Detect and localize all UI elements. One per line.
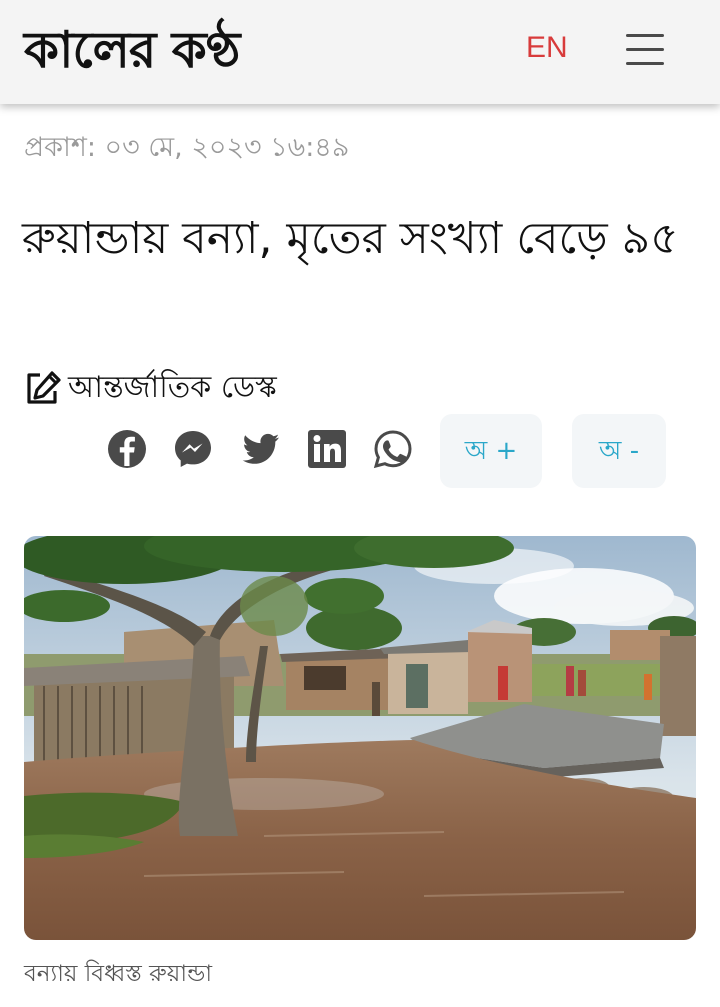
font-size-increase-button[interactable]: অ + xyxy=(440,414,542,488)
article-image xyxy=(24,536,696,940)
twitter-icon[interactable] xyxy=(240,428,282,470)
english-language-button[interactable]: EN xyxy=(526,26,568,70)
image-caption: বন্যায় বিধ্বস্ত রুয়ান্ডা xyxy=(24,961,213,987)
menu-bar-bottom xyxy=(626,62,664,65)
menu-bar-top xyxy=(626,34,664,37)
article-headline: রুয়ান্ডায় বন্যা, মৃতের সংখ্যা বেড়ে ৯৫ xyxy=(22,213,679,264)
edit-icon xyxy=(24,370,62,406)
hamburger-menu-icon[interactable] xyxy=(624,30,666,70)
linkedin-icon[interactable] xyxy=(306,428,348,470)
publish-date: প্রকাশ: ০৩ মে, ২০২৩ ১৬:৪৯ xyxy=(24,132,350,163)
facebook-icon[interactable] xyxy=(106,428,148,470)
menu-bar-middle xyxy=(626,48,664,51)
site-logo[interactable]: কালের কণ্ঠ xyxy=(24,14,240,86)
messenger-icon[interactable] xyxy=(172,428,214,470)
author-byline: আন্তর্জাতিক ডেস্ক xyxy=(24,366,277,410)
author-name[interactable]: আন্তর্জাতিক ডেস্ক xyxy=(68,366,277,410)
font-size-decrease-button[interactable]: অ - xyxy=(572,414,666,488)
site-header: কালের কণ্ঠ EN xyxy=(0,0,720,104)
whatsapp-icon[interactable] xyxy=(372,428,414,470)
